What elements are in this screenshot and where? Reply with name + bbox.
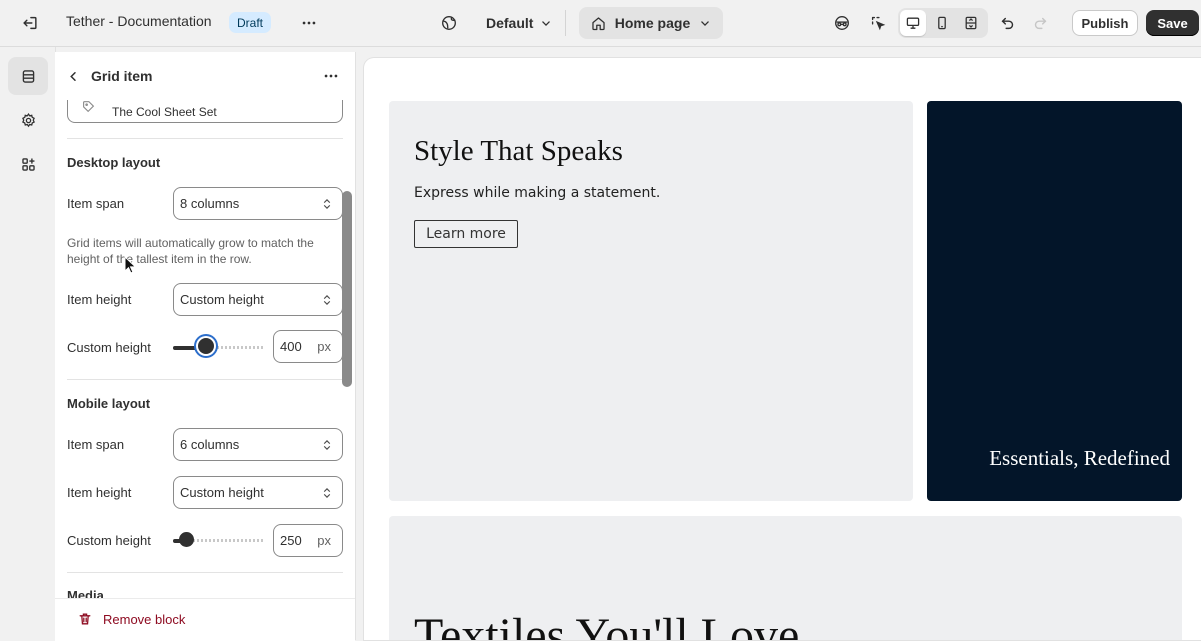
redo-icon[interactable] [1025, 8, 1055, 38]
undo-icon[interactable] [993, 8, 1023, 38]
preview-canvas[interactable]: Style That Speaks Express while making a… [364, 58, 1201, 640]
divider [565, 10, 566, 36]
page-selector-label: Home page [614, 15, 691, 31]
desktop-item-span-label: Item span [67, 196, 125, 211]
collection-field[interactable]: The Cool Sheet Set [67, 100, 343, 123]
mobile-item-height-label: Item height [67, 485, 132, 500]
apps-icon[interactable] [8, 145, 48, 183]
more-options-icon[interactable] [319, 66, 343, 86]
divider [67, 379, 343, 380]
slider-thumb[interactable] [179, 532, 194, 547]
exit-icon[interactable] [15, 8, 45, 38]
desktop-item-height-select[interactable]: Custom height [173, 283, 343, 316]
panel-title: Grid item [91, 68, 153, 84]
theme-selector[interactable]: Default [440, 8, 553, 38]
device-toggle-group [898, 8, 988, 38]
desktop-custom-height-label: Custom height [67, 340, 151, 355]
mobile-item-height-value: Custom height [180, 485, 264, 500]
fullscreen-view-icon[interactable] [958, 10, 984, 36]
desktop-item-span-value: 8 columns [180, 196, 240, 211]
panel-header: Grid item [55, 52, 355, 100]
tag-icon [83, 101, 95, 113]
publish-button[interactable]: Publish [1072, 10, 1138, 36]
divider [67, 138, 343, 139]
desktop-height-input[interactable]: 400 px [273, 330, 343, 363]
hero-subtext: Express while making a statement. [414, 185, 661, 201]
grid-height-help-text: Grid items will automatically grow to ma… [67, 236, 314, 266]
status-badge: Draft [229, 12, 272, 33]
left-rail [0, 47, 56, 640]
more-options-icon[interactable] [294, 8, 324, 38]
remove-block-button[interactable]: Remove block [77, 611, 185, 627]
chevron-down-icon [542, 21, 551, 26]
desktop-layout-heading: Desktop layout [67, 155, 161, 170]
hero-heading: Style That Speaks [414, 135, 623, 167]
gear-icon[interactable] [8, 101, 48, 139]
home-icon [592, 16, 605, 30]
desktop-item-height-value: Custom height [180, 292, 264, 307]
select-chevron-icon [323, 294, 331, 305]
theme-selector-label: Default [486, 15, 534, 31]
unit-suffix: px [317, 339, 331, 354]
back-arrow-icon[interactable] [63, 66, 83, 86]
sections-icon[interactable] [8, 57, 48, 95]
trash-icon [79, 613, 91, 625]
mobile-height-input[interactable]: 250 px [273, 524, 343, 557]
unit-suffix: px [317, 533, 331, 548]
settings-panel: Grid item The Cool Sheet Set Desktop lay… [55, 52, 356, 641]
desktop-height-value: 400 [280, 339, 302, 354]
grid-item-text-card[interactable]: Style That Speaks Express while making a… [389, 101, 913, 501]
mobile-layout-heading: Mobile layout [67, 396, 151, 411]
chevron-down-icon [701, 21, 710, 26]
mobile-item-span-select[interactable]: 6 columns [173, 428, 343, 461]
select-chevron-icon [323, 439, 331, 450]
mobile-view-icon[interactable] [929, 10, 955, 36]
grid-item-bottom-card[interactable]: Textiles You'll Love [389, 516, 1182, 640]
bottom-heading: Textiles You'll Love [414, 609, 800, 640]
select-chevron-icon [323, 487, 331, 498]
mobile-custom-height-label: Custom height [67, 533, 151, 548]
page-selector[interactable]: Home page [579, 7, 723, 39]
mobile-item-span-label: Item span [67, 437, 125, 452]
mobile-item-height-select[interactable]: Custom height [173, 476, 343, 509]
desktop-item-span-select[interactable]: 8 columns [173, 187, 343, 220]
inspector-icon[interactable] [827, 8, 857, 38]
collection-value: The Cool Sheet Set [112, 104, 217, 119]
top-bar: Tether - Documentation Draft Default Hom… [0, 0, 1201, 47]
learn-more-button[interactable]: Learn more [414, 220, 518, 248]
panel-scroll-area[interactable]: The Cool Sheet Set Desktop layout Item s… [55, 100, 355, 598]
divider [67, 572, 343, 573]
select-element-icon[interactable] [863, 8, 893, 38]
store-title: Tether - Documentation [66, 13, 212, 29]
remove-block-label: Remove block [103, 611, 186, 627]
mobile-height-value: 250 [280, 533, 302, 548]
dark-card-heading: Essentials, Redefined [989, 446, 1170, 470]
grid-item-dark-card[interactable]: Essentials, Redefined [927, 101, 1182, 501]
slider-thumb[interactable] [198, 338, 214, 354]
media-heading: Media [67, 588, 104, 598]
desktop-item-height-label: Item height [67, 292, 132, 307]
panel-scrollbar[interactable] [342, 191, 352, 387]
panel-footer: Remove block [55, 598, 355, 641]
save-button[interactable]: Save [1146, 10, 1199, 36]
globe-icon [442, 16, 456, 30]
desktop-view-icon[interactable] [900, 10, 926, 36]
mobile-item-span-value: 6 columns [180, 437, 240, 452]
select-chevron-icon [323, 198, 331, 209]
mouse-cursor-icon [124, 256, 136, 274]
